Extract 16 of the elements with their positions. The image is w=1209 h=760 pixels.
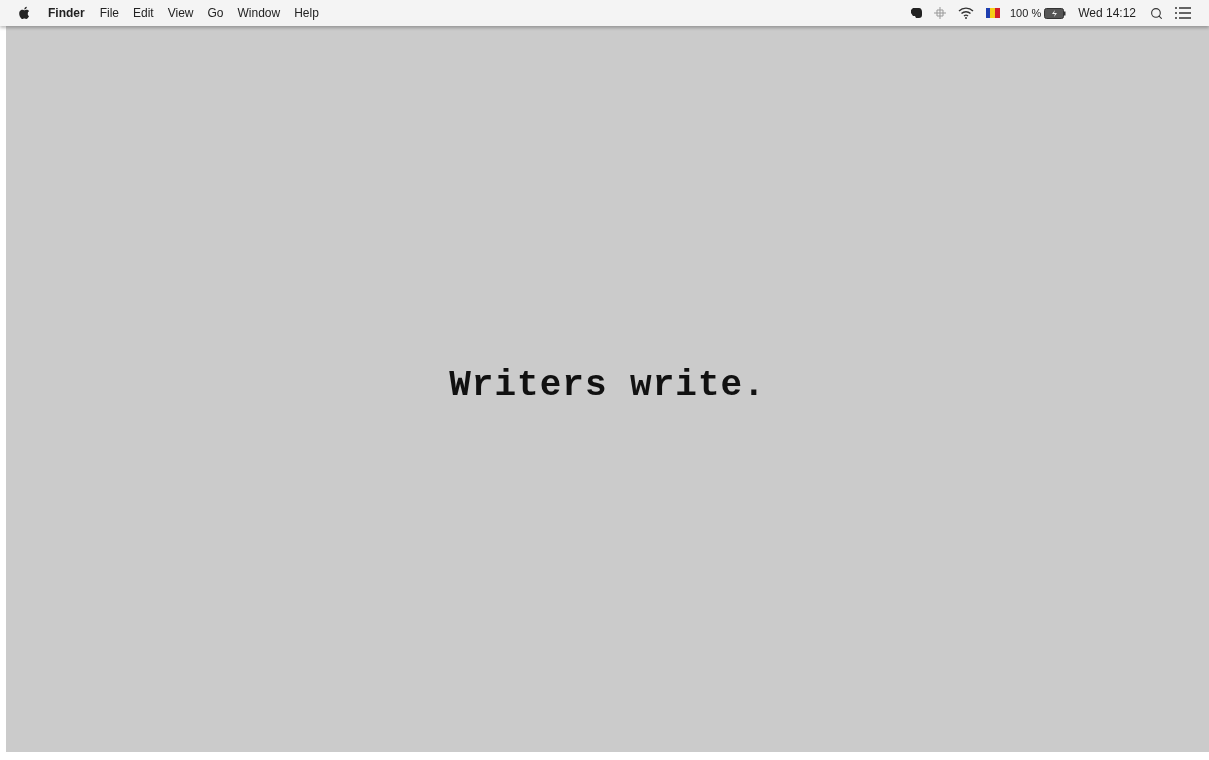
list-icon[interactable] — [1175, 7, 1191, 19]
menu-item[interactable]: Window — [237, 4, 281, 22]
clock[interactable]: Wed 14:12 — [1078, 4, 1136, 22]
flag-icon[interactable] — [985, 7, 1000, 19]
search-icon[interactable] — [1150, 6, 1163, 20]
desktop-text: Writers write. — [449, 364, 766, 408]
menu-item[interactable]: Help — [294, 4, 319, 22]
battery-icon[interactable] — [1044, 7, 1067, 19]
menu-item[interactable]: Go — [207, 4, 224, 22]
battery-percentage[interactable]: 100 % — [1009, 4, 1042, 22]
menu-item[interactable]: Edit — [133, 4, 154, 22]
app-menu[interactable]: Finder — [48, 4, 85, 22]
apple-logo-icon[interactable] — [18, 6, 30, 20]
menu-item[interactable]: File — [99, 4, 119, 22]
wifi-icon[interactable] — [957, 7, 974, 19]
menu-item[interactable]: View — [167, 4, 194, 22]
